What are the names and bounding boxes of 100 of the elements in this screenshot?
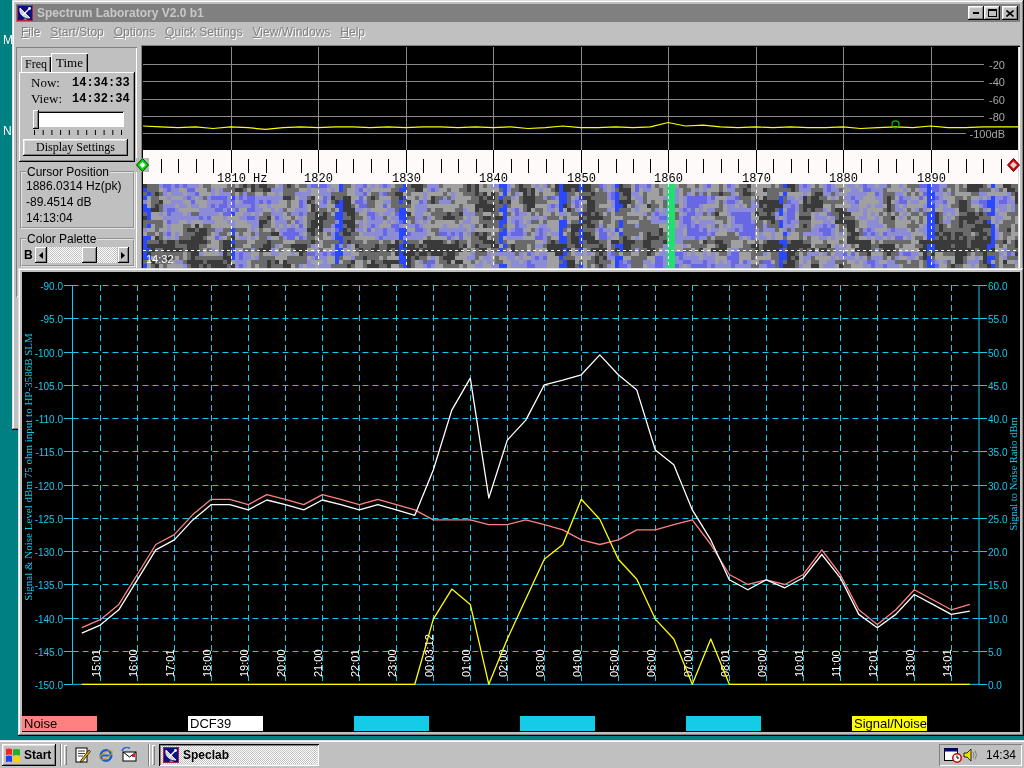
axis-tick-label: 45.0 (988, 380, 1008, 392)
display-settings-button[interactable]: Display Settings (23, 139, 128, 156)
desktop-icon-label[interactable]: N (3, 124, 13, 138)
maximize-button[interactable] (984, 6, 1000, 20)
axis-tick-label: 25.0 (988, 513, 1008, 525)
axis-tick-label: 04:00 (570, 649, 583, 677)
axis-tick-label: 1840 (479, 172, 508, 184)
axis-tick-label: 1810 (217, 172, 246, 184)
legend-label: Signal/Noise (852, 716, 927, 731)
ring-orbit-icon[interactable] (98, 747, 114, 763)
diamond-icon[interactable] (136, 158, 149, 172)
axis-tick-label: 09:00 (755, 649, 768, 677)
tab[interactable]: Freq (21, 56, 51, 72)
axis-tick-label: 1870 (742, 172, 771, 184)
axis-tick-label: 55.0 (988, 313, 1008, 325)
axis-tick-label: 5.0 (988, 646, 1002, 658)
legend-label: DCF39 (188, 716, 263, 731)
axis-tick-label: -125.0 (34, 513, 63, 525)
group-title: Color Palette (26, 233, 98, 245)
readout-text: 1886.0314 Hz(pk) (26, 178, 123, 194)
axis-tick-label: 07:00 (681, 649, 694, 677)
axis-tick-label: 15.0 (988, 579, 1008, 591)
time-label: Now: (31, 75, 61, 91)
scroll-left-button[interactable] (35, 247, 47, 263)
axis-tick-label: -105.0 (34, 380, 63, 392)
axis-tick-label: -120.0 (34, 480, 63, 492)
axis-tick-label: 20:00 (274, 649, 287, 677)
slider-thumb[interactable] (33, 110, 39, 129)
minimize-icon (973, 12, 979, 14)
slider-thumb[interactable] (82, 247, 98, 263)
diamond-icon[interactable] (1007, 158, 1020, 172)
scroll-right-button[interactable] (117, 247, 129, 263)
axis-tick-label: 19:00 (237, 649, 250, 677)
axis-tick-label: 1860 (654, 172, 683, 184)
speaker-icon[interactable] (963, 747, 979, 763)
axis-tick-label: -100dB (969, 127, 1005, 140)
tab[interactable]: Time (51, 53, 88, 72)
right-arrow-icon (121, 251, 126, 259)
axis-tick-label: 05:00 (607, 649, 620, 677)
left-arrow-icon (39, 251, 44, 259)
window-title: Spectrum Laboratory V2.0 b1 (37, 6, 205, 20)
axis-tick-label: -90.0 (40, 280, 63, 292)
axis-tick-label: 15:01 (89, 649, 102, 677)
readout-text: -89.4514 dB (26, 194, 93, 210)
axis-tick-label: 23:00 (385, 649, 398, 677)
start-button[interactable]: Start (2, 744, 56, 766)
readout-text: 14:13:04 (26, 210, 74, 226)
axis-tick-label: 11:00 (829, 650, 842, 677)
axis-tick-label: -150.0 (34, 679, 63, 691)
axis-tick-label: 1830 (392, 172, 421, 184)
axis-tick-label: -100.0 (34, 347, 63, 359)
minimize-button[interactable] (968, 6, 984, 20)
axis-tick-label: 21:00 (311, 649, 324, 677)
axis-tick-label: 1890 (917, 172, 946, 184)
axis-tick-label: 40.0 (988, 413, 1008, 425)
axis-tick-label: -40 (989, 75, 1005, 88)
axis-tick-label: 60.0 (988, 280, 1008, 292)
axis-tick-label: 22:01 (348, 649, 361, 677)
document-pencil-icon[interactable] (75, 747, 91, 763)
axis-tick-label: 14:01 (940, 649, 953, 677)
palette-slider[interactable] (47, 247, 117, 263)
axis-tick-label: -140.0 (34, 613, 63, 625)
axis-tick-label: 08:01 (718, 649, 731, 677)
legend-label: Noise (22, 716, 97, 731)
axis-tick-label: 16:00 (126, 649, 139, 677)
taskbar-button[interactable]: Speclab (159, 744, 319, 766)
flag-icon (5, 747, 21, 763)
axis-title: Signal to Noise Ratio dBm (1008, 417, 1019, 531)
axis-tick-label: 03:00 (533, 649, 546, 677)
tick-scale-icon (34, 130, 122, 135)
clock-text: 14:34 (985, 748, 1016, 762)
axis-tick-label: 30.0 (988, 480, 1008, 492)
time-label: View: (31, 91, 63, 107)
axis-tick-label: 18:00 (200, 649, 213, 677)
axis-tick-label: 00:03:12 (422, 634, 435, 677)
desktop-icon-label[interactable]: M (3, 33, 13, 47)
axis-tick-label: -60 (989, 93, 1005, 106)
axis-tick-label: 1850 (567, 172, 596, 184)
axis-tick-label: 1820 (304, 172, 333, 184)
time-slider[interactable] (33, 111, 124, 127)
axis-tick-label: -95.0 (40, 313, 63, 325)
axis-tick-label: 0.0 (988, 679, 1002, 691)
axis-tick-label: -145.0 (34, 646, 63, 658)
close-icon (1006, 9, 1014, 17)
satellite-dish-icon (163, 747, 179, 763)
axis-tick-label: 10:01 (792, 649, 805, 677)
axis-tick-label: 17:01 (163, 649, 176, 677)
axis-tick-label: 20.0 (988, 546, 1008, 558)
group-title: Cursor Position (26, 166, 111, 178)
envelope-icon[interactable] (121, 747, 137, 763)
axis-tick-label: 06:00 (644, 649, 657, 677)
axis-tick-label: 10.0 (988, 613, 1008, 625)
axis-tick-label: -110.0 (35, 413, 63, 425)
axis-tick-label: 50.0 (988, 347, 1008, 359)
axis-unit-label: Hz (253, 172, 268, 184)
calendar-clock-icon[interactable] (944, 747, 962, 763)
close-button[interactable] (1002, 6, 1018, 20)
time-value: 14:32:34 (72, 91, 131, 107)
axis-tick-label: -130.0 (34, 546, 63, 558)
time-label: 14:32 (146, 253, 174, 265)
